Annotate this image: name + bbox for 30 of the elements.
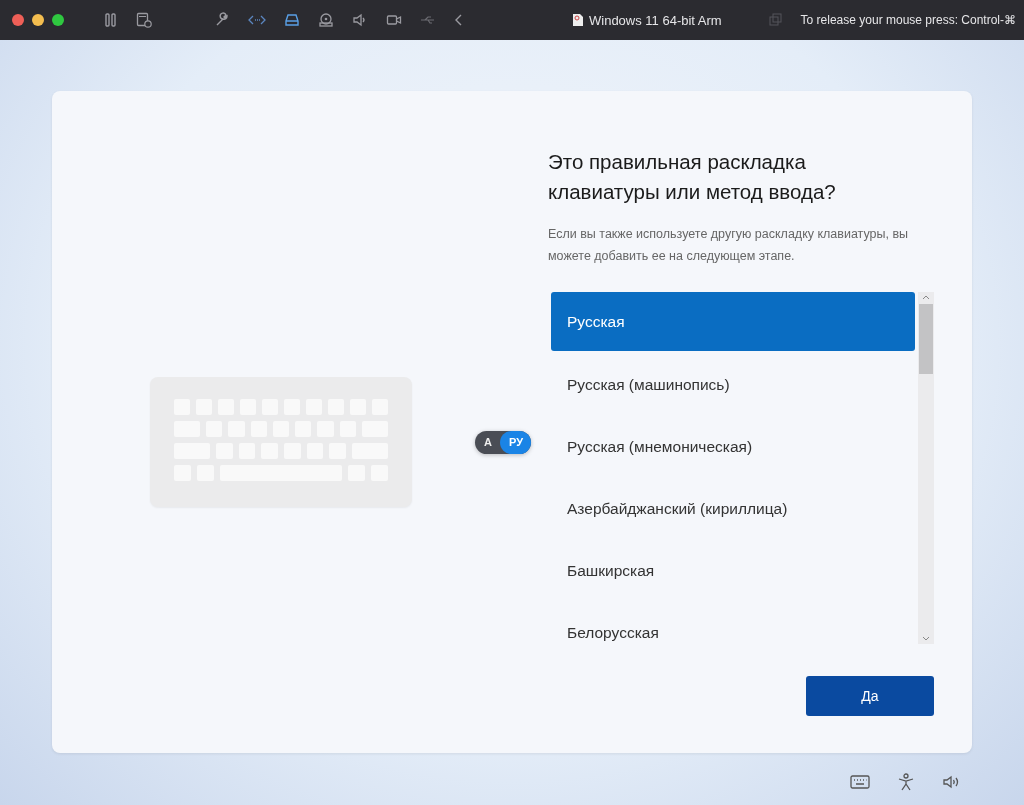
page-heading: Это правильная раскладка клавиатуры или метод ввода?: [548, 149, 837, 205]
layout-option[interactable]: Русская (мнемоническая): [551, 416, 915, 478]
layout-option[interactable]: Русская: [551, 292, 915, 351]
layout-label: РУ: [499, 430, 531, 454]
layout-option[interactable]: Башкирская: [551, 540, 915, 602]
scrollbar[interactable]: [918, 292, 934, 644]
description: Если вы также используете другую раскладку клавиатуры, вы можете добавить ее на следующем этапе.: [548, 226, 910, 265]
document-icon: [572, 13, 584, 27]
close-button[interactable]: [12, 14, 24, 26]
keyboard-icon[interactable]: [850, 775, 870, 789]
speaker-icon[interactable]: [352, 12, 368, 28]
accessibility-icon[interactable]: [898, 773, 914, 791]
layout-option[interactable]: Белорусская: [551, 602, 915, 644]
layout-option[interactable]: Азербайджанский (кириллица): [551, 478, 915, 540]
scroll-down-icon[interactable]: [922, 636, 930, 642]
camera-icon[interactable]: [386, 12, 402, 28]
scroll-up-icon[interactable]: [922, 294, 930, 300]
zoom-button[interactable]: [52, 14, 64, 26]
layout-label: А: [483, 435, 493, 450]
layout-option[interactable]: Русская (машинопись): [551, 354, 915, 416]
yes-button[interactable]: Да: [806, 676, 934, 716]
pause-icon[interactable]: [104, 12, 118, 28]
disc-drive-icon[interactable]: [318, 12, 334, 28]
drive-icon[interactable]: [284, 12, 300, 28]
chevron-left-icon[interactable]: [454, 12, 464, 28]
minimize-button[interactable]: [32, 14, 44, 26]
release-mouse-hint: To release your mouse press: Control-⌘: [800, 13, 1016, 27]
scrollbar-thumb[interactable]: [919, 304, 933, 374]
window-title: Windows 11 64-bit Arm: [589, 12, 722, 28]
settings-icon[interactable]: [136, 12, 152, 28]
